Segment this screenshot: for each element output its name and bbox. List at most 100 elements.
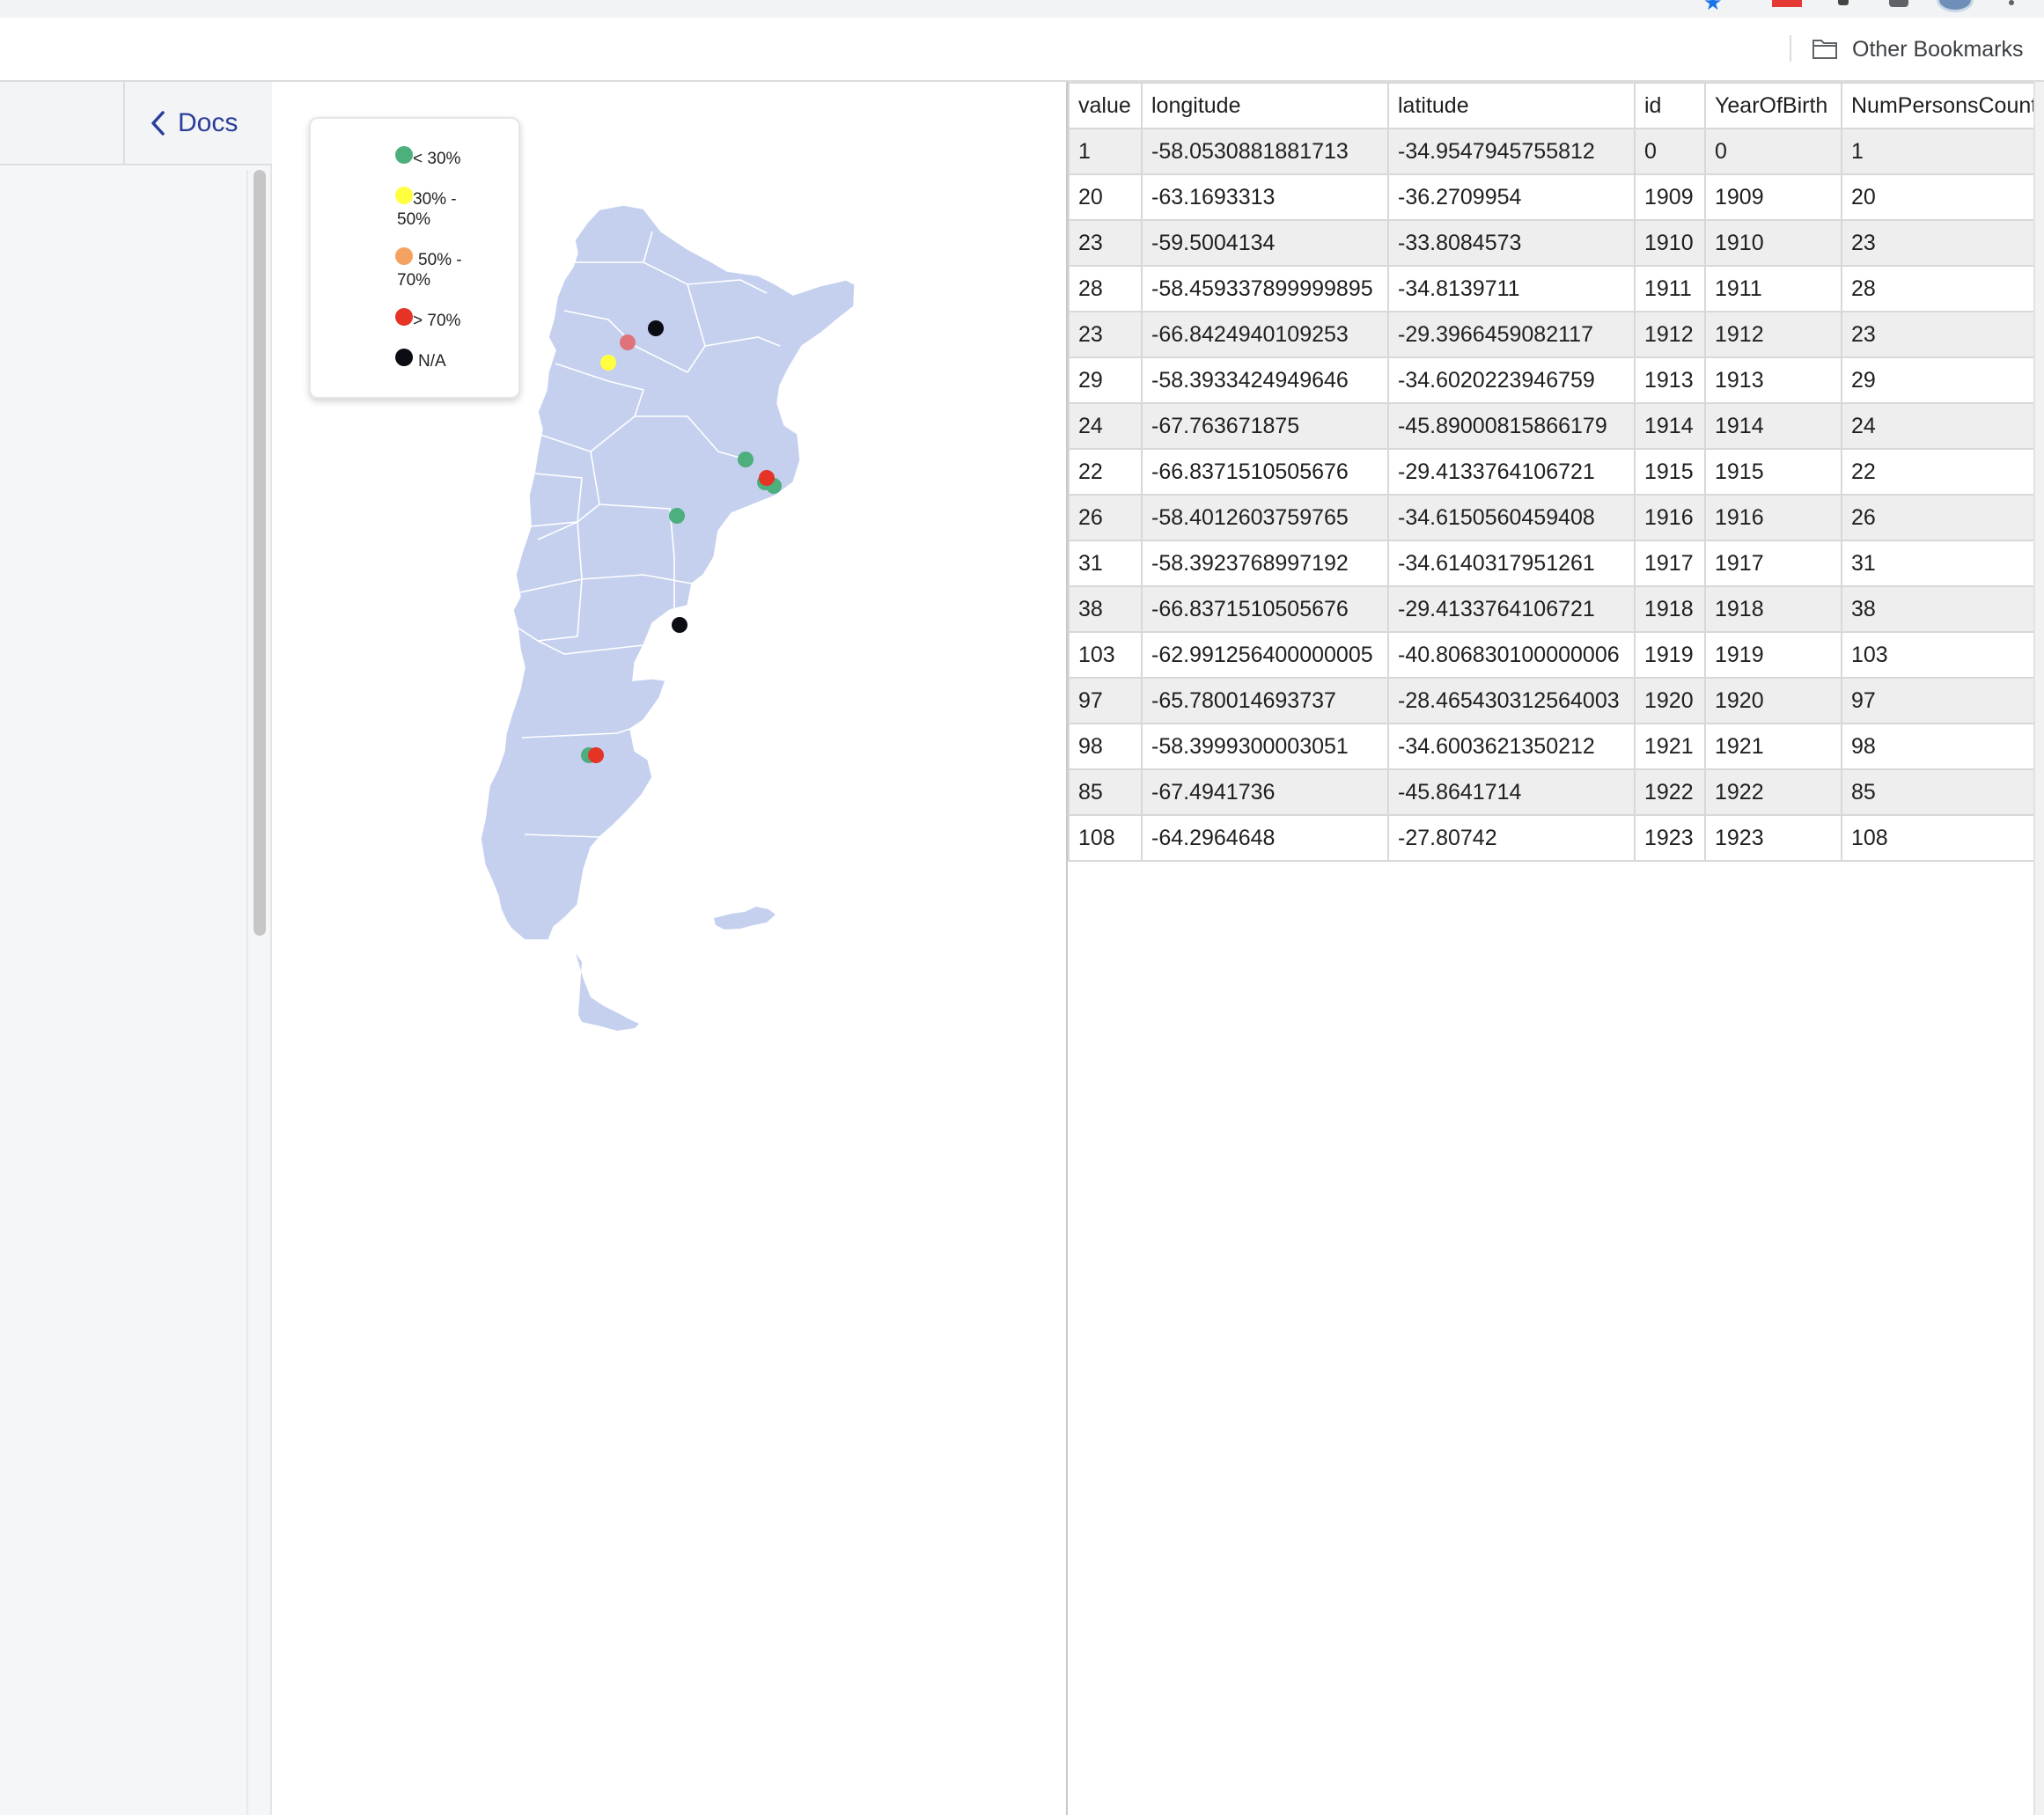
table-row[interactable]: 23 -66.8424940109253 -29.3966459082117 1912… bbox=[1068, 311, 2044, 358]
table-row[interactable]: 29 -58.3933424949646 -34.6020223946759 1913… bbox=[1068, 356, 2044, 404]
legend-dot-icon bbox=[395, 247, 413, 265]
table-cell: 20 bbox=[1841, 173, 2044, 221]
table-cell: -36.2709954 bbox=[1387, 173, 1636, 221]
table-row[interactable]: 85 -67.4941736 -45.8641714 1922 1922 85 bbox=[1068, 768, 2044, 816]
table-row[interactable]: 1 -58.0530881881713 -34.9547945755812 0 0 1 bbox=[1068, 128, 2044, 175]
table-cell: 1912 bbox=[1704, 311, 1842, 358]
table-cell: 1910 bbox=[1634, 219, 1706, 267]
table-cell: -58.4012603759765 bbox=[1141, 494, 1389, 541]
sidebar-scrollbar-thumb[interactable] bbox=[254, 170, 266, 936]
table-cell: -45.89000815866179 bbox=[1387, 402, 1636, 450]
table-cell: -58.459337899999895 bbox=[1141, 265, 1389, 312]
bookmark-star-icon[interactable]: ★ bbox=[1703, 0, 1726, 12]
table-cell: 38 bbox=[1841, 585, 2044, 633]
table-cell: 28 bbox=[1841, 265, 2044, 312]
table-cell: 38 bbox=[1068, 585, 1143, 633]
extension-icon[interactable] bbox=[1838, 0, 1849, 5]
sidebar-header: Docs bbox=[0, 82, 272, 165]
table-cell: -34.8139711 bbox=[1387, 265, 1636, 312]
table-cell: 31 bbox=[1841, 540, 2044, 587]
map-legend: < 30% 30% - 50% 50% - 70% > 70% N/A bbox=[309, 117, 520, 399]
column-header[interactable]: NumPersonsCount bbox=[1841, 82, 2044, 129]
table-cell: 24 bbox=[1068, 402, 1143, 450]
table-row[interactable]: 38 -66.8371510505676 -29.4133764106721 1918… bbox=[1068, 585, 2044, 633]
table-cell: 97 bbox=[1841, 677, 2044, 724]
table-cell: 22 bbox=[1068, 448, 1143, 496]
point-na[interactable] bbox=[648, 320, 664, 336]
table-row[interactable]: 28 -58.459337899999895 -34.8139711 1911 1911… bbox=[1068, 265, 2044, 312]
table-cell: 26 bbox=[1841, 494, 2044, 541]
browser-menu-icon[interactable] bbox=[2009, 0, 2014, 5]
table-cell: 22 bbox=[1841, 448, 2044, 496]
table-cell: -62.991256400000005 bbox=[1141, 631, 1389, 679]
table-cell: 1921 bbox=[1634, 723, 1706, 770]
table-row[interactable]: 31 -58.3923768997192 -34.6140317951261 1917… bbox=[1068, 540, 2044, 587]
table-row[interactable]: 26 -58.4012603759765 -34.6150560459408 1916… bbox=[1068, 494, 2044, 541]
table-cell: 1917 bbox=[1704, 540, 1842, 587]
table-cell: -63.1693313 bbox=[1141, 173, 1389, 221]
table-cell: -34.6140317951261 bbox=[1387, 540, 1636, 587]
table-row[interactable]: 103 -62.991256400000005 -40.80683010000000… bbox=[1068, 631, 2044, 679]
table-header-row: value longitude latitude id YearOfBirth … bbox=[1068, 82, 2044, 129]
table-cell: -58.3999300003051 bbox=[1141, 723, 1389, 770]
browser-tabstrip: ★ bbox=[0, 0, 2044, 18]
table-row[interactable]: 20 -63.1693313 -36.2709954 1909 1909 20 bbox=[1068, 173, 2044, 221]
legend-label-line1: 30% - bbox=[413, 190, 457, 209]
table-cell: 29 bbox=[1841, 356, 2044, 404]
extension-icon[interactable] bbox=[1772, 0, 1802, 7]
column-header[interactable]: latitude bbox=[1387, 82, 1636, 129]
table-cell: 1922 bbox=[1704, 768, 1842, 816]
table-row[interactable]: 23 -59.5004134 -33.8084573 1910 1910 23 bbox=[1068, 219, 2044, 267]
table-cell: 1911 bbox=[1704, 265, 1842, 312]
point-30-50[interactable] bbox=[600, 355, 616, 371]
legend-label: > 70% bbox=[413, 312, 461, 330]
table-cell: 0 bbox=[1704, 128, 1842, 175]
table-cell: 23 bbox=[1841, 219, 2044, 267]
table-cell: 1923 bbox=[1704, 814, 1842, 862]
other-bookmarks-link[interactable]: Other Bookmarks bbox=[1852, 37, 2024, 62]
table-row[interactable]: 24 -67.763671875 -45.89000815866179 1914 191… bbox=[1068, 402, 2044, 450]
address-bar-area bbox=[0, 0, 1752, 18]
browser-window: ★ Other Bookmarks Docs < 30% 30% - 50% 5… bbox=[0, 0, 2044, 1815]
column-header[interactable]: value bbox=[1068, 82, 1143, 129]
table-cell: -67.4941736 bbox=[1141, 768, 1389, 816]
extensions-puzzle-icon[interactable] bbox=[1889, 0, 1908, 7]
map-panel: < 30% 30% - 50% 50% - 70% > 70% N/A bbox=[274, 82, 1066, 1815]
docs-back-button[interactable]: Docs bbox=[150, 101, 238, 145]
table-cell: 1909 bbox=[1634, 173, 1706, 221]
table-cell: 1921 bbox=[1704, 723, 1842, 770]
table-cell: 1918 bbox=[1704, 585, 1842, 633]
table-row[interactable]: 22 -66.8371510505676 -29.4133764106721 1915… bbox=[1068, 448, 2044, 496]
column-header[interactable]: longitude bbox=[1141, 82, 1389, 129]
legend-dot-icon bbox=[395, 187, 413, 204]
profile-avatar[interactable] bbox=[1937, 0, 1974, 12]
column-header[interactable]: id bbox=[1634, 82, 1706, 129]
table-cell: 1919 bbox=[1634, 631, 1706, 679]
table-row[interactable]: 97 -65.780014693737 -28.465430312564003 192… bbox=[1068, 677, 2044, 724]
table-cell: -66.8424940109253 bbox=[1141, 311, 1389, 358]
point-below-30[interactable] bbox=[738, 452, 754, 467]
table-cell: -58.3923768997192 bbox=[1141, 540, 1389, 587]
point-over-70[interactable] bbox=[588, 747, 604, 763]
table-row[interactable]: 98 -58.3999300003051 -34.6003621350212 1921… bbox=[1068, 723, 2044, 770]
legend-dot-icon bbox=[395, 146, 413, 164]
table-cell: 1915 bbox=[1634, 448, 1706, 496]
tierra-del-fuego bbox=[576, 953, 639, 1031]
point-below-30[interactable] bbox=[669, 508, 685, 524]
header-divider bbox=[123, 82, 125, 165]
table-row[interactable]: 108 -64.2964648 -27.80742 1923 1923 108 bbox=[1068, 814, 2044, 862]
table-cell: 1915 bbox=[1704, 448, 1842, 496]
folder-icon[interactable] bbox=[1812, 37, 1838, 60]
legend-label-line1: 50% - bbox=[418, 251, 462, 269]
table-cell: -67.763671875 bbox=[1141, 402, 1389, 450]
point-over-70[interactable] bbox=[620, 334, 636, 350]
table-cell: 1914 bbox=[1634, 402, 1706, 450]
table-cell: 97 bbox=[1068, 677, 1143, 724]
table-cell: -34.6020223946759 bbox=[1387, 356, 1636, 404]
column-header[interactable]: YearOfBirth bbox=[1704, 82, 1842, 129]
table-scrollbar[interactable] bbox=[2033, 82, 2044, 1815]
point-over-70[interactable] bbox=[759, 470, 775, 486]
point-na[interactable] bbox=[672, 617, 687, 633]
table-cell: 24 bbox=[1841, 402, 2044, 450]
table-cell: 1920 bbox=[1634, 677, 1706, 724]
